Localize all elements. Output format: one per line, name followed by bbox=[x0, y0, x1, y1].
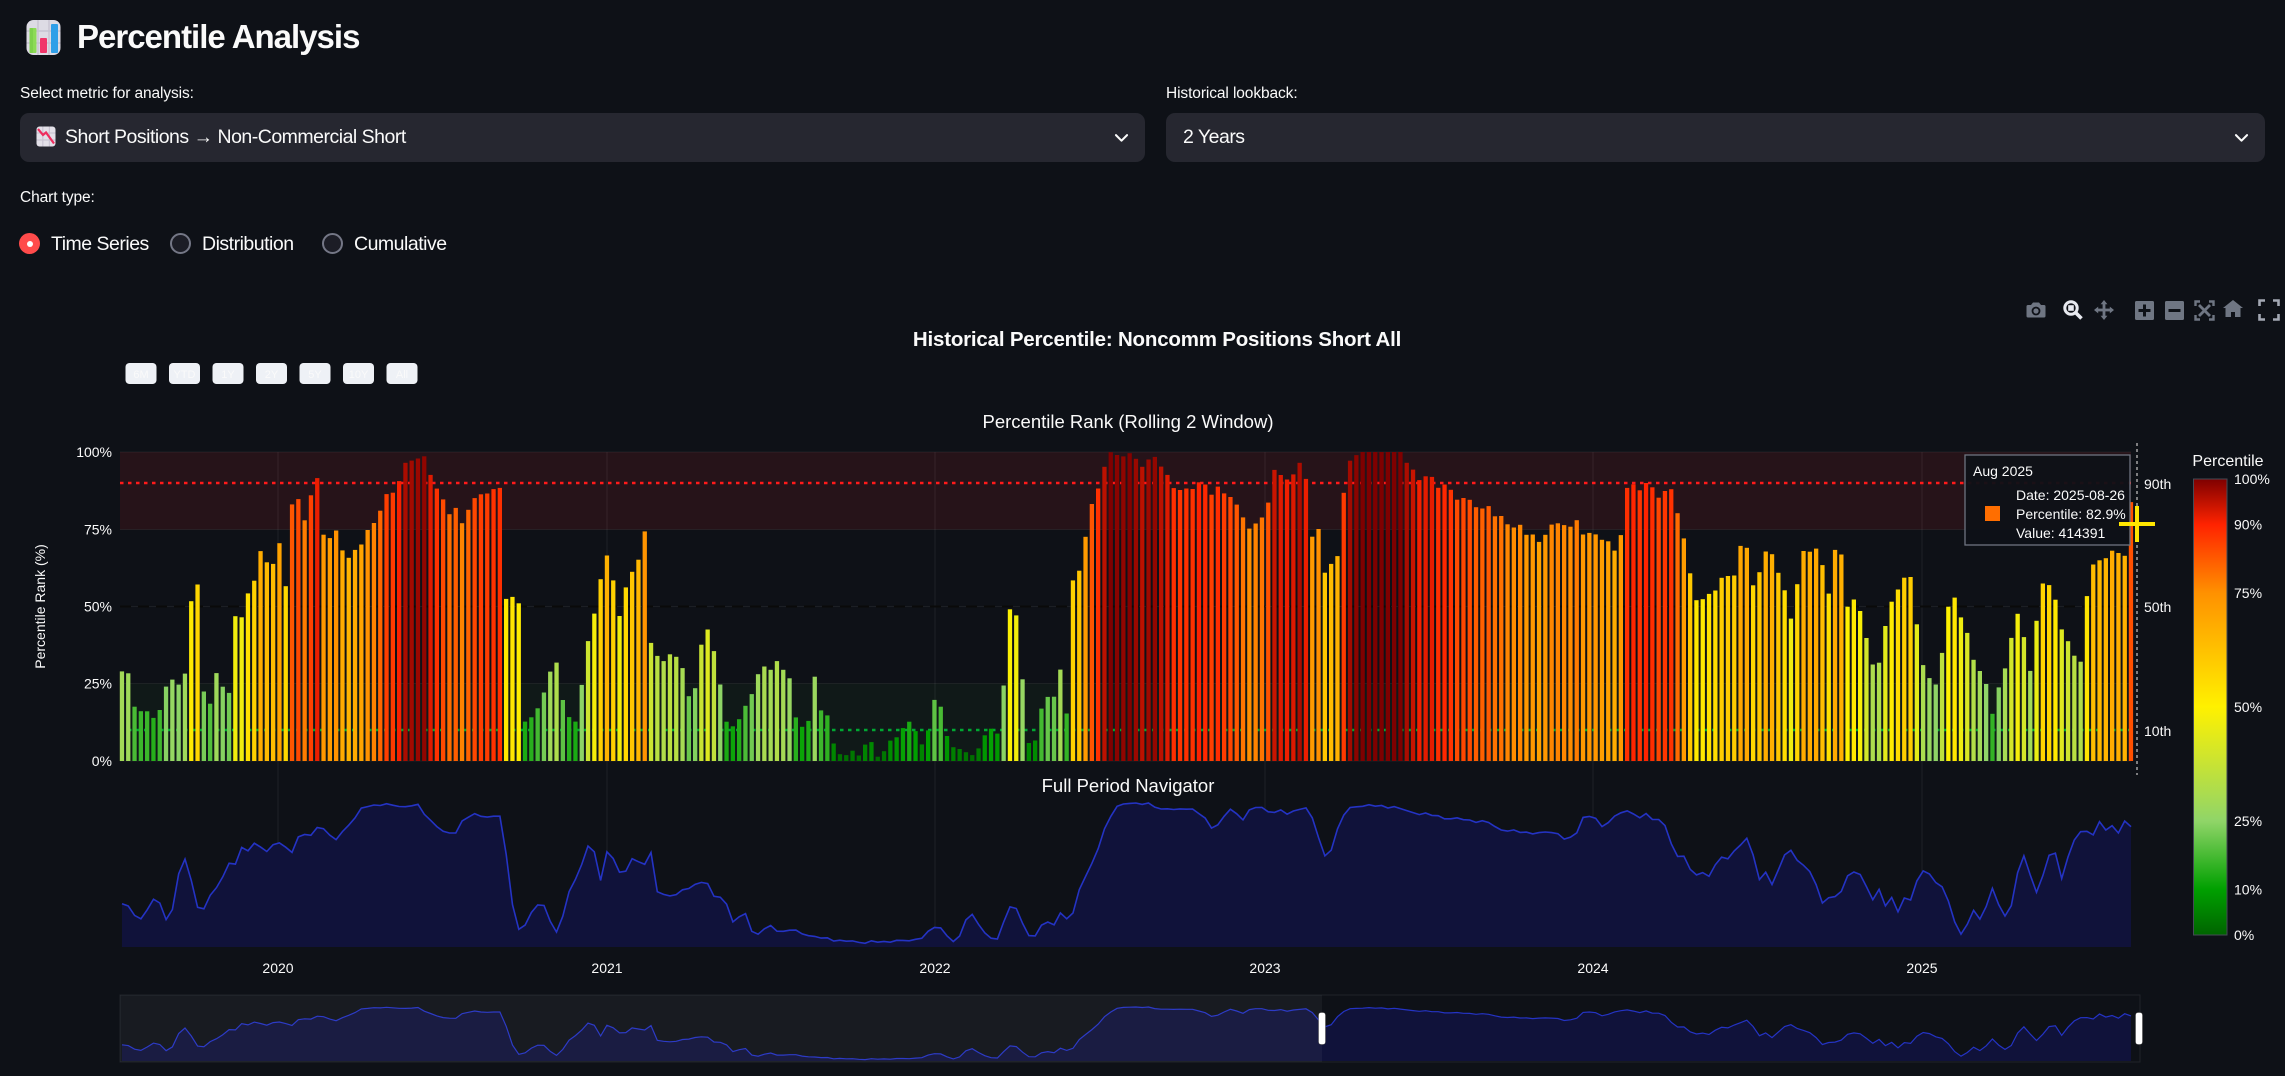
svg-text:50%: 50% bbox=[2234, 699, 2262, 715]
svg-text:Value: 414391: Value: 414391 bbox=[2016, 525, 2105, 541]
svg-text:100%: 100% bbox=[2234, 471, 2270, 487]
svg-text:Date: 2025-08-26: Date: 2025-08-26 bbox=[2016, 487, 2125, 503]
svg-text:YTD: YTD bbox=[174, 369, 196, 381]
svg-text:0%: 0% bbox=[2234, 927, 2254, 943]
svg-text:2021: 2021 bbox=[591, 960, 622, 976]
svg-text:75%: 75% bbox=[84, 522, 112, 538]
svg-text:50%: 50% bbox=[84, 599, 112, 615]
svg-text:All: All bbox=[396, 369, 408, 381]
svg-text:6M: 6M bbox=[133, 369, 148, 381]
svg-text:50th: 50th bbox=[2144, 599, 2171, 615]
svg-text:0%: 0% bbox=[92, 753, 112, 769]
svg-text:2Y: 2Y bbox=[265, 369, 279, 381]
svg-text:90%: 90% bbox=[2234, 517, 2262, 533]
svg-text:25%: 25% bbox=[84, 676, 112, 692]
svg-text:Percentile Rank (%): Percentile Rank (%) bbox=[32, 544, 48, 669]
svg-text:10th: 10th bbox=[2144, 723, 2171, 739]
svg-text:2023: 2023 bbox=[1249, 960, 1280, 976]
svg-text:2022: 2022 bbox=[919, 960, 950, 976]
svg-text:2024: 2024 bbox=[1577, 960, 1608, 976]
svg-text:1Y: 1Y bbox=[221, 369, 235, 381]
svg-text:Historical Percentile: Noncomm: Historical Percentile: Noncomm Positions… bbox=[913, 328, 1401, 351]
svg-text:2025: 2025 bbox=[1906, 960, 1937, 976]
svg-text:Percentile: Percentile bbox=[2192, 453, 2263, 470]
svg-text:75%: 75% bbox=[2234, 585, 2262, 601]
svg-text:Aug 2025: Aug 2025 bbox=[1973, 463, 2033, 479]
svg-text:25%: 25% bbox=[2234, 813, 2262, 829]
svg-text:5Y: 5Y bbox=[308, 369, 322, 381]
svg-text:Percentile Rank (Rolling 2 Win: Percentile Rank (Rolling 2 Window) bbox=[983, 411, 1274, 432]
svg-text:10Y: 10Y bbox=[349, 369, 369, 381]
svg-text:Percentile: 82.9%: Percentile: 82.9% bbox=[2016, 506, 2126, 522]
svg-text:Full Period Navigator: Full Period Navigator bbox=[1042, 775, 1215, 796]
svg-text:90th: 90th bbox=[2144, 476, 2171, 492]
svg-text:2020: 2020 bbox=[262, 960, 293, 976]
svg-text:10%: 10% bbox=[2234, 881, 2262, 897]
svg-text:100%: 100% bbox=[76, 444, 112, 460]
